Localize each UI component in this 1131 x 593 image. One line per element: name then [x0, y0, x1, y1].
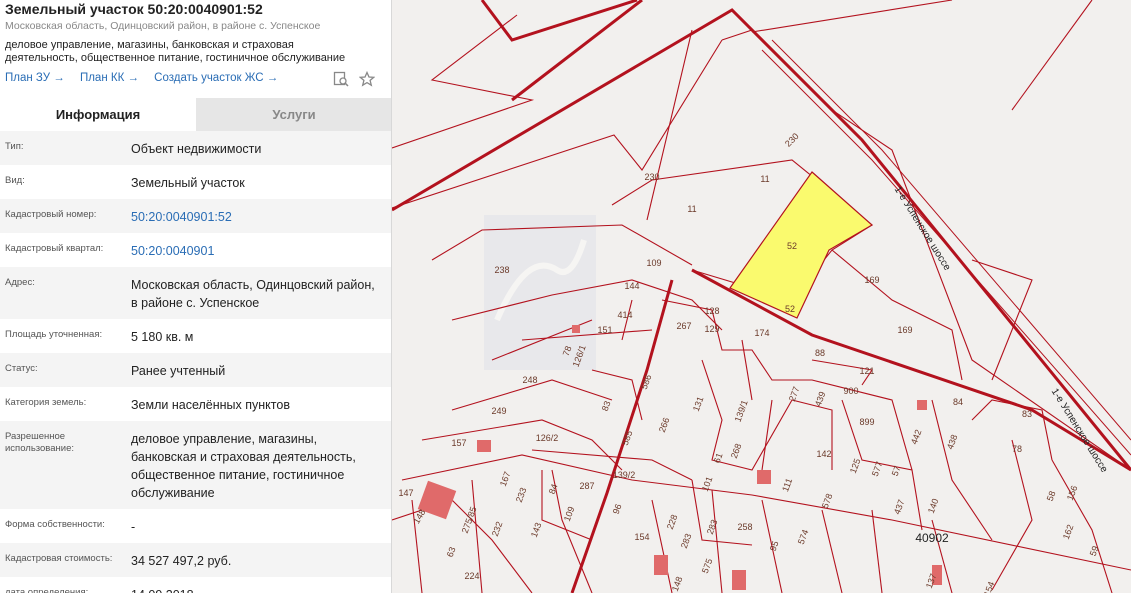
parcel-number-label: 139/2	[613, 470, 636, 480]
info-row-label: Кадастровый квартал:	[5, 243, 104, 254]
info-row: Кадастровый номер: 50:20:0040901:52	[0, 199, 391, 233]
parcel-number-label: 88	[815, 348, 825, 358]
plan-zu-link[interactable]: План ЗУ →	[5, 72, 65, 84]
info-row-link[interactable]: 50:20:0040901	[131, 242, 381, 260]
parcel-actions	[333, 71, 375, 87]
info-row-value: 14.09.2018	[131, 586, 381, 593]
info-row-label: Статус:	[5, 363, 38, 374]
info-row: Площадь уточненная: 5 180 кв. м	[0, 319, 391, 353]
parcel-number-label: 900	[843, 386, 858, 396]
info-row: дата определения: 14.09.2018	[0, 577, 391, 593]
plan-kk-link[interactable]: План КК →	[80, 72, 139, 84]
cadastral-map[interactable]: 230 230 11 11 52 52 169 169 238 109 144 128 267 129 41…	[391, 0, 1131, 593]
parcel-number-label: 249	[491, 406, 506, 416]
info-row: Кадастровый квартал: 50:20:0040901	[0, 233, 391, 267]
tab-services[interactable]: Услуги	[196, 98, 391, 131]
parcel-address-subtitle: Московская область, Одинцовский район, в…	[5, 20, 321, 32]
parcel-number-label: 230	[644, 172, 659, 182]
parcel-number-label: 128	[704, 306, 719, 316]
parcel-links: План ЗУ → План КК → Создать участок ЖС →	[5, 72, 290, 84]
info-row-label: Форма собственности:	[5, 519, 105, 530]
parcel-number-label: 11	[687, 204, 696, 214]
parcel-number-label: 414	[617, 310, 632, 320]
parcel-number-label: 287	[579, 481, 594, 491]
tab-information[interactable]: Информация	[0, 98, 196, 131]
parcel-number-label: 109	[646, 258, 661, 268]
parcel-number-label: 169	[864, 275, 879, 285]
info-row-value: 34 527 497,2 руб.	[131, 554, 232, 568]
search-doc-icon[interactable]	[333, 71, 349, 87]
star-icon[interactable]	[359, 71, 375, 87]
parcel-number-label: 169	[897, 325, 912, 335]
info-row: Вид: Земельный участок	[0, 165, 391, 199]
info-row-label: Площадь уточненная:	[5, 329, 103, 340]
create-parcel-link[interactable]: Создать участок ЖС →	[154, 72, 278, 84]
info-row-label: Тип:	[5, 141, 24, 152]
parcel-number-label: 52	[785, 304, 795, 314]
parcel-number-label: 147	[398, 488, 413, 498]
parcel-number-label: 83	[1022, 409, 1032, 419]
parcel-number-label: 142	[816, 449, 831, 459]
info-row-value: -	[131, 520, 136, 534]
parcel-number-label: 899	[859, 417, 874, 427]
info-table: Тип: Объект недвижимости Вид: Земельный уча…	[0, 131, 391, 593]
parcel-number-label: 267	[676, 321, 691, 331]
parcel-number-label: 129	[704, 324, 719, 334]
info-row: Кадастровая стоимость: 34 527 497,2 руб.	[0, 543, 391, 577]
info-row: Тип: Объект недвижимости	[0, 131, 391, 165]
parcel-number-label: 154	[634, 532, 649, 542]
info-row-label: Категория земель:	[5, 397, 87, 408]
parcel-description: деловое управление, магазины, банковская…	[5, 39, 345, 65]
info-row-value: 5 180 кв. м	[131, 330, 194, 344]
parcel-number-label: 52	[787, 241, 797, 251]
cadastral-block-label: 40902	[915, 531, 949, 545]
parcel-number-label: 126/2	[536, 433, 559, 443]
parcel-number-label: 238	[494, 265, 509, 275]
parcel-number-label: 248	[522, 375, 537, 385]
info-row: Адрес: Московская область, Одинцовский ра…	[0, 267, 391, 319]
parcel-number-label: 157	[451, 438, 466, 448]
parcel-number-label: 144	[624, 281, 639, 291]
info-row-label: Кадастровая стоимость:	[5, 553, 113, 564]
info-row-value: Земельный участок	[131, 176, 245, 190]
panel-tabs: Информация Услуги	[0, 98, 391, 131]
info-row: Разрешенное использование: деловое управл…	[0, 421, 391, 509]
info-row-label: дата определения:	[5, 587, 89, 593]
info-row-value: Объект недвижимости	[131, 142, 262, 156]
map-canvas[interactable]: 230230 11115252169169238109144128267 12941…	[391, 0, 1131, 593]
parcel-number-label: 78	[1012, 444, 1022, 454]
parcel-number-label: 84	[953, 397, 963, 407]
parcel-number-label: 11	[760, 174, 769, 184]
parcel-number-label: 258	[737, 522, 752, 532]
parcel-number-label: 174	[754, 328, 769, 338]
description-line: деловое управление, магазины, банковская…	[5, 39, 294, 51]
description-line: деятельность, общественное питание, гост…	[5, 52, 346, 64]
parcel-title: Земельный участок 50:20:0040901:52	[5, 1, 263, 17]
parcel-number-label: 224	[464, 571, 479, 581]
info-row-label: Вид:	[5, 175, 25, 186]
info-row-label: Кадастровый номер:	[5, 209, 97, 220]
info-row: Категория земель: Земли населённых пункто…	[0, 387, 391, 421]
info-row-value: Московская область, Одинцовский район, в…	[131, 278, 375, 310]
info-row-value: Ранее учтенный	[131, 364, 226, 378]
info-row: Статус: Ранее учтенный	[0, 353, 391, 387]
info-panel: Земельный участок 50:20:0040901:52 Моско…	[0, 0, 392, 593]
info-row-value: деловое управление, магазины, банковская…	[131, 432, 356, 500]
info-row-label: Разрешенное использование:	[5, 431, 75, 454]
parcel-number-label: 121	[859, 366, 874, 376]
info-row-label: Адрес:	[5, 277, 35, 288]
info-row-value: Земли населённых пунктов	[131, 398, 290, 412]
info-row-link[interactable]: 50:20:0040901:52	[131, 208, 381, 226]
parcel-number-label: 151	[597, 325, 612, 335]
info-row: Форма собственности: -	[0, 509, 391, 543]
